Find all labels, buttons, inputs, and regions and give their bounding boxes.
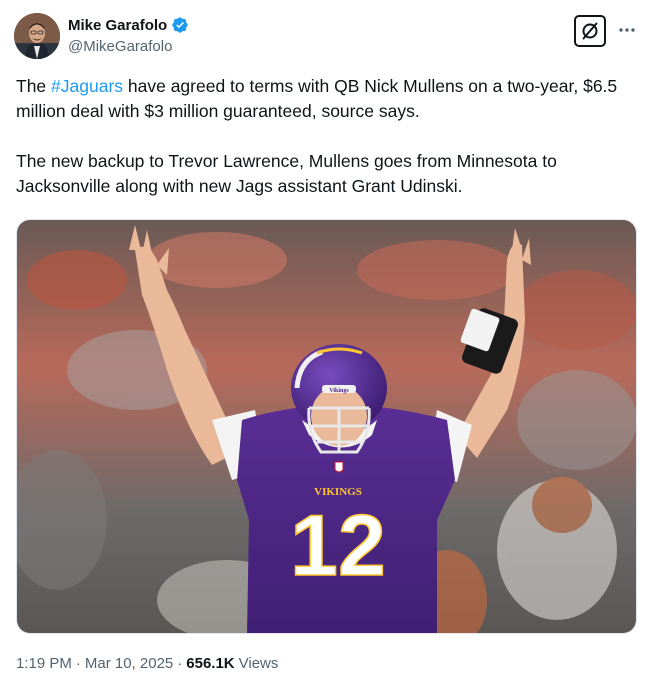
- more-button[interactable]: [614, 18, 640, 42]
- grok-icon: [582, 22, 598, 40]
- tweet-paragraph-2: The new backup to Trevor Lawrence, Mulle…: [16, 151, 557, 196]
- tweet-text-prefix: The: [16, 76, 52, 96]
- tweet-meta: 1:19 PM · Mar 10, 2025 · 656.1K Views: [16, 655, 278, 672]
- grok-button[interactable]: [574, 15, 606, 47]
- author-handle[interactable]: @MikeGarafolo: [68, 38, 172, 55]
- jersey-number: 12: [290, 498, 386, 594]
- jersey-wordmark: VIKINGS: [314, 486, 362, 498]
- more-icon: [619, 28, 635, 32]
- avatar[interactable]: [14, 13, 60, 59]
- tweet-time[interactable]: 1:19 PM: [16, 655, 72, 672]
- tweet-text: The #Jaguars have agreed to terms with Q…: [16, 74, 638, 199]
- views-label: Views: [238, 655, 279, 672]
- meta-separator: ·: [177, 655, 183, 672]
- views-count: 656.1K: [186, 655, 235, 672]
- tweet-paragraph-1: The #Jaguars have agreed to terms with Q…: [16, 74, 638, 124]
- helmet-wordmark: Vikings: [329, 388, 349, 394]
- tweet-date[interactable]: Mar 10, 2025: [85, 655, 173, 672]
- verified-badge-icon: [172, 17, 188, 33]
- author-name[interactable]: Mike Garafolo: [68, 17, 167, 34]
- tweet-photo[interactable]: Vikings VIKINGS 12: [16, 219, 637, 634]
- meta-separator: ·: [75, 655, 81, 672]
- hashtag-link[interactable]: #Jaguars: [51, 76, 123, 96]
- football-player-photo: Vikings VIKINGS 12: [17, 220, 636, 633]
